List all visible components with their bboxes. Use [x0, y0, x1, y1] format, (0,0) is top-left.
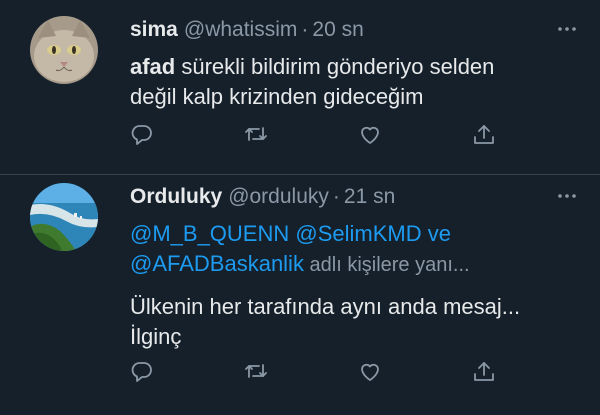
mention-link[interactable]: @SelimKMD	[295, 221, 421, 246]
action-bar	[130, 359, 510, 387]
timestamp[interactable]: 21 sn	[344, 185, 395, 209]
tweet-text-line: İlginç	[130, 324, 182, 349]
tweet-text-line: Ülkenin her tarafında aynı anda mesaj...	[130, 294, 521, 319]
tweet[interactable]: Orduluky @orduluky · 21 sn @M_B_QUENN @S…	[0, 175, 600, 415]
retweet-icon[interactable]	[243, 122, 271, 150]
like-icon[interactable]	[357, 122, 385, 150]
more-horizontal-icon[interactable]	[554, 183, 580, 209]
avatar[interactable]	[30, 183, 98, 251]
avatar[interactable]	[30, 16, 98, 84]
display-name[interactable]: Orduluky	[130, 185, 222, 209]
mention-link[interactable]: @AFADBaskanlik	[130, 251, 304, 276]
tweet[interactable]: sima @whatissim · 20 sn afad sürekli bil…	[0, 0, 600, 175]
tweet-text-line: değil kalp krizinden gideceğim	[130, 84, 424, 109]
separator: ·	[332, 185, 340, 208]
reply-connector: ve	[421, 221, 451, 246]
timestamp[interactable]: 20 sn	[312, 18, 363, 42]
reply-suffix: adlı kişilere yanı...	[303, 254, 470, 276]
reply-icon[interactable]	[130, 122, 158, 150]
share-icon[interactable]	[471, 122, 499, 150]
more-horizontal-icon[interactable]	[554, 16, 580, 42]
tweet-text-line: afad sürekli bildirim gönderiyo selden	[130, 52, 580, 82]
like-icon[interactable]	[357, 359, 385, 387]
retweet-icon[interactable]	[243, 359, 271, 387]
user-handle[interactable]: @orduluky	[228, 185, 329, 209]
display-name[interactable]: sima	[130, 18, 178, 42]
tweet-text-bold: afad	[130, 54, 176, 79]
separator: ·	[301, 18, 309, 41]
reply-icon[interactable]	[130, 359, 158, 387]
reply-to-line: @AFADBaskanlik adlı kişilere yanı...	[130, 249, 580, 280]
action-bar	[130, 122, 510, 150]
tweet-text: sürekli bildirim gönderiyo selden	[175, 54, 495, 79]
share-icon[interactable]	[471, 359, 499, 387]
reply-to-line: @M_B_QUENN @SelimKMD ve	[130, 219, 580, 249]
user-handle[interactable]: @whatissim	[184, 18, 298, 42]
mention-link[interactable]: @M_B_QUENN	[130, 221, 289, 246]
